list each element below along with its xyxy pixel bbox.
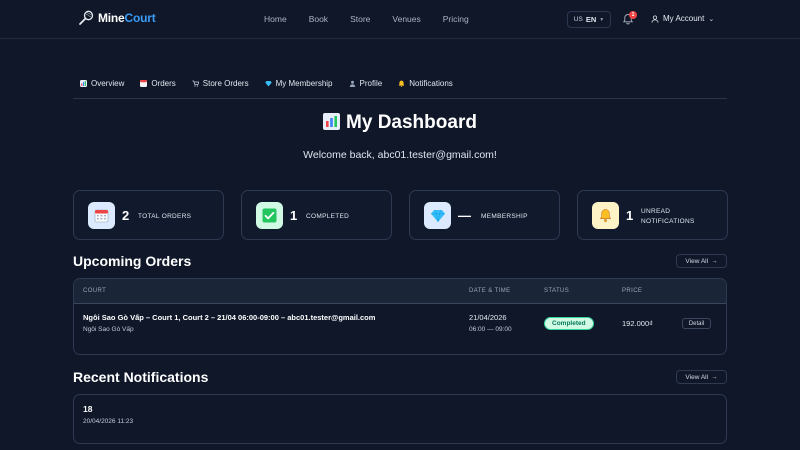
upcoming-orders-title: Upcoming Orders bbox=[73, 253, 192, 269]
stat-value: 2 bbox=[122, 208, 130, 223]
top-header: MineCourt Home Book Store Venues Pricing… bbox=[0, 0, 800, 39]
brand-logo[interactable]: MineCourt bbox=[78, 10, 156, 26]
view-all-label: View All bbox=[685, 257, 709, 265]
chevron-down-icon: ▼ bbox=[599, 16, 605, 23]
nav-venues[interactable]: Venues bbox=[392, 14, 420, 24]
order-date: 21/04/2026 bbox=[469, 313, 507, 322]
tab-orders[interactable]: Orders bbox=[140, 79, 176, 88]
column-header-price: PRICE bbox=[622, 288, 643, 294]
stat-card-total-orders: 2 TOTAL ORDERS bbox=[73, 190, 224, 240]
calendar-icon bbox=[140, 80, 148, 87]
order-price: 192.000₫ bbox=[622, 319, 653, 328]
dashboard-tabs: Overview Orders Store Orders My Membersh… bbox=[80, 79, 469, 88]
account-label: My Account bbox=[663, 14, 705, 23]
view-all-orders-button[interactable]: View All → bbox=[676, 254, 727, 268]
stat-label: COMPLETED bbox=[306, 213, 350, 220]
notification-title: 18 bbox=[83, 404, 93, 414]
chevron-down-icon: ⌄ bbox=[708, 15, 715, 23]
stat-card-unread-notifications: 1 UNREAD NOTIFICATIONS bbox=[577, 190, 728, 240]
language-code: EN bbox=[585, 15, 597, 24]
nav-home[interactable]: Home bbox=[264, 14, 287, 24]
chart-icon bbox=[80, 80, 87, 87]
welcome-message: Welcome back, abc01.tester@gmail.com! bbox=[303, 149, 497, 161]
stat-card-membership: — MEMBERSHIP bbox=[409, 190, 560, 240]
stat-label-line1: UNREAD bbox=[641, 208, 671, 215]
chart-icon bbox=[323, 113, 341, 130]
order-time: 06:00 — 09:00 bbox=[469, 326, 512, 333]
column-header-status: STATUS bbox=[544, 288, 570, 294]
table-header: COURT DATE & TIME STATUS PRICE bbox=[74, 279, 726, 304]
tab-profile[interactable]: Profile bbox=[349, 79, 383, 88]
stat-label-line2: NOTIFICATIONS bbox=[641, 218, 695, 225]
status-badge: Completed bbox=[544, 317, 594, 330]
page-title-text: My Dashboard bbox=[346, 112, 477, 133]
cart-icon bbox=[192, 80, 199, 87]
nav-book[interactable]: Book bbox=[309, 14, 328, 24]
tab-label: Store Orders bbox=[202, 79, 249, 88]
brand-name-part2: Court bbox=[124, 11, 156, 25]
nav-pricing[interactable]: Pricing bbox=[443, 14, 469, 24]
stat-value: — bbox=[458, 208, 471, 223]
main-nav: Home Book Store Venues Pricing bbox=[264, 14, 491, 24]
arrow-right-icon: → bbox=[711, 373, 718, 381]
tabs-divider bbox=[73, 98, 727, 99]
diamond-icon bbox=[264, 81, 272, 87]
stat-label: MEMBERSHIP bbox=[481, 213, 528, 220]
view-all-notifications-button[interactable]: View All → bbox=[676, 370, 727, 384]
column-header-court: COURT bbox=[83, 288, 107, 294]
recent-notifications-title: Recent Notifications bbox=[73, 369, 209, 385]
racket-icon bbox=[79, 10, 94, 25]
user-icon bbox=[651, 14, 659, 23]
account-menu[interactable]: My Account ⌄ bbox=[651, 14, 714, 23]
tab-notifications[interactable]: Notifications bbox=[398, 79, 453, 88]
tab-label: Overview bbox=[91, 79, 125, 88]
tab-label: Profile bbox=[359, 79, 383, 88]
page-title: My Dashboard bbox=[0, 112, 800, 134]
tab-label: My Membership bbox=[275, 79, 333, 88]
nav-store[interactable]: Store bbox=[350, 14, 370, 24]
venue-name: Ngôi Sao Gò Vấp bbox=[83, 326, 134, 333]
court-description: Ngôi Sao Gò Vấp – Court 1, Court 2 – 21/… bbox=[83, 313, 376, 322]
stat-value: 1 bbox=[290, 208, 298, 223]
user-icon bbox=[349, 80, 355, 87]
notification-count-badge: 1 bbox=[629, 11, 637, 19]
brand-name-part1: Mine bbox=[98, 11, 125, 25]
tab-label: Notifications bbox=[409, 79, 453, 88]
upcoming-orders-table: COURT DATE & TIME STATUS PRICE Ngôi Sao … bbox=[73, 278, 727, 355]
column-header-date-time: DATE & TIME bbox=[469, 288, 511, 294]
bell-icon bbox=[398, 80, 405, 87]
diamond-icon bbox=[424, 202, 451, 229]
flag-label: US bbox=[573, 16, 583, 23]
tab-label: Orders bbox=[151, 79, 176, 88]
stat-label: TOTAL ORDERS bbox=[138, 213, 192, 220]
notification-item[interactable]: 18 20/04/2026 11:23 bbox=[73, 394, 727, 444]
language-selector[interactable]: US EN ▼ bbox=[567, 11, 611, 28]
calendar-icon bbox=[88, 202, 115, 229]
stat-value: 1 bbox=[626, 208, 634, 223]
notification-time: 20/04/2026 11:23 bbox=[83, 418, 134, 425]
stat-card-completed: 1 COMPLETED bbox=[241, 190, 392, 240]
tab-membership[interactable]: My Membership bbox=[264, 79, 333, 88]
tab-store-orders[interactable]: Store Orders bbox=[192, 79, 249, 88]
detail-button[interactable]: Detail bbox=[682, 318, 711, 329]
arrow-right-icon: → bbox=[711, 257, 718, 265]
check-icon bbox=[256, 202, 283, 229]
tab-overview[interactable]: Overview bbox=[80, 79, 124, 88]
view-all-label: View All bbox=[685, 373, 709, 381]
bell-icon bbox=[592, 202, 619, 229]
